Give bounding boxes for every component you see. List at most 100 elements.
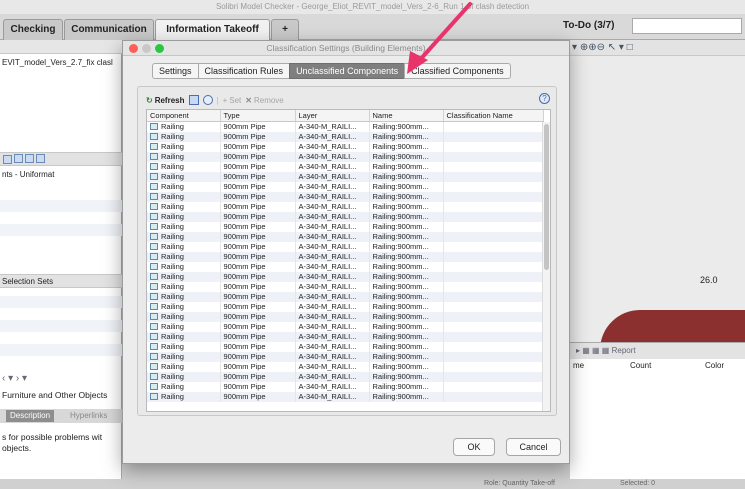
column-name[interactable]: Name xyxy=(369,110,444,122)
table-row[interactable]: Railing 900mm Pipe A-340-M_RAILI... Railing… xyxy=(147,261,544,272)
refresh-button[interactable]: ↻ Refresh xyxy=(146,96,185,105)
list-item[interactable] xyxy=(0,344,122,356)
table-row[interactable]: Railing 900mm Pipe A-340-M_RAILI... Railing… xyxy=(147,181,544,192)
table-row[interactable]: Railing 900mm Pipe A-340-M_RAILI... Railing… xyxy=(147,221,544,232)
column-classification-name[interactable]: Classification Name xyxy=(443,110,544,122)
toolbar-icon[interactable] xyxy=(14,154,23,164)
table-row[interactable]: Railing 900mm Pipe A-340-M_RAILI... Railing… xyxy=(147,191,544,202)
list-item[interactable] xyxy=(0,320,122,332)
table-row[interactable]: Railing 900mm Pipe A-340-M_RAILI... Railing… xyxy=(147,161,544,172)
cell-type: 900mm Pipe xyxy=(220,271,296,282)
todo-search-input[interactable] xyxy=(632,18,742,34)
classification-icon[interactable] xyxy=(188,95,199,105)
cell-name: Railing:900mm... xyxy=(369,201,444,212)
table-row[interactable]: Railing 900mm Pipe A-340-M_RAILI... Railing… xyxy=(147,271,544,282)
table-row[interactable]: Railing 900mm Pipe A-340-M_RAILI... Railing… xyxy=(147,231,544,242)
list-item[interactable] xyxy=(0,200,122,212)
table-row[interactable]: Railing 900mm Pipe A-340-M_RAILI... Railing… xyxy=(147,211,544,222)
selection-sets-label[interactable]: Selection Sets xyxy=(2,277,53,286)
cell-type: 900mm Pipe xyxy=(220,331,296,342)
cell-type-text: 900mm Pipe xyxy=(223,331,266,341)
scrollbar-thumb[interactable] xyxy=(544,124,549,270)
toolbar-icon[interactable] xyxy=(25,154,34,164)
table-row[interactable]: Railing 900mm Pipe A-340-M_RAILI... Railing… xyxy=(147,241,544,252)
cell-layer: A-340-M_RAILI... xyxy=(295,191,370,202)
railing-icon xyxy=(150,192,158,200)
table-row[interactable]: Railing 900mm Pipe A-340-M_RAILI... Railing… xyxy=(147,311,544,322)
cell-component: Railing xyxy=(147,191,221,202)
cancel-button[interactable]: Cancel xyxy=(506,438,561,456)
cell-name: Railing:900mm... xyxy=(369,231,444,242)
toolbar-icon[interactable] xyxy=(36,154,45,164)
3d-viewport[interactable]: ▾ ⊕⊕⊖ ↖ ▾ □ xyxy=(570,40,745,370)
box-icon[interactable]: □ xyxy=(627,42,633,53)
tab-classification-rules[interactable]: Classification Rules xyxy=(197,63,291,79)
dialog-titlebar[interactable]: Classification Settings (Building Elemen… xyxy=(123,41,569,56)
cell-type-text: 900mm Pipe xyxy=(223,291,266,301)
tab-classified-components[interactable]: Classified Components xyxy=(404,63,511,79)
column-layer[interactable]: Layer xyxy=(295,110,370,122)
tab-information-takeoff[interactable]: Information Takeoff xyxy=(155,19,270,40)
cell-name-text: Railing:900mm... xyxy=(372,361,429,371)
cell-type-text: 900mm Pipe xyxy=(223,321,266,331)
cell-type-text: 900mm Pipe xyxy=(223,351,266,361)
table-row[interactable]: Railing 900mm Pipe A-340-M_RAILI... Railing… xyxy=(147,201,544,212)
table-row[interactable]: Railing 900mm Pipe A-340-M_RAILI... Railing… xyxy=(147,281,544,292)
column-type[interactable]: Type xyxy=(220,110,296,122)
tab-description[interactable]: Description xyxy=(6,410,55,422)
table-scrollbar[interactable] xyxy=(542,122,550,411)
cell-layer-text: A-340-M_RAILI... xyxy=(298,341,357,351)
cell-type: 900mm Pipe xyxy=(220,251,296,262)
toolbar-icon[interactable] xyxy=(3,155,12,165)
table-row[interactable]: Railing 900mm Pipe A-340-M_RAILI... Railing… xyxy=(147,321,544,332)
tab-checking[interactable]: Checking xyxy=(3,19,63,40)
tab-communication[interactable]: Communication xyxy=(64,19,154,40)
cell-type-text: 900mm Pipe xyxy=(223,371,266,381)
table-row[interactable]: Railing 900mm Pipe A-340-M_RAILI... Railing… xyxy=(147,121,544,132)
cell-layer: A-340-M_RAILI... xyxy=(295,381,370,392)
add-tab-button[interactable]: + xyxy=(271,19,299,40)
table-row[interactable]: Railing 900mm Pipe A-340-M_RAILI... Railing… xyxy=(147,291,544,302)
separator: | xyxy=(216,95,219,105)
report-button[interactable]: Report xyxy=(612,346,636,355)
remove-button[interactable]: ✕ Remove xyxy=(245,96,284,105)
nav-arrows[interactable]: ‹ ▾ › ▾ xyxy=(2,373,27,384)
description-text: s for possible problems wit xyxy=(2,432,103,442)
table-row[interactable]: Railing 900mm Pipe A-340-M_RAILI... Railing… xyxy=(147,301,544,312)
tab-settings[interactable]: Settings xyxy=(152,63,199,79)
cell-type-text: 900mm Pipe xyxy=(223,131,266,141)
table-row[interactable]: Railing 900mm Pipe A-340-M_RAILI... Railing… xyxy=(147,151,544,162)
cell-name: Railing:900mm... xyxy=(369,271,444,282)
cell-type: 900mm Pipe xyxy=(220,341,296,352)
zoom-icon[interactable]: ⊕⊕⊖ xyxy=(580,42,605,53)
select-icon[interactable]: ↖ xyxy=(608,42,616,53)
table-row[interactable]: Railing 900mm Pipe A-340-M_RAILI... Railing… xyxy=(147,391,544,402)
todo-label[interactable]: To-Do (3/7) xyxy=(563,18,614,34)
table-row[interactable]: Railing 900mm Pipe A-340-M_RAILI... Railing… xyxy=(147,381,544,392)
table-row[interactable]: Railing 900mm Pipe A-340-M_RAILI... Railing… xyxy=(147,251,544,262)
table-row[interactable]: Railing 900mm Pipe A-340-M_RAILI... Railing… xyxy=(147,371,544,382)
table-row[interactable]: Railing 900mm Pipe A-340-M_RAILI... Railing… xyxy=(147,361,544,372)
cell-name: Railing:900mm... xyxy=(369,291,444,302)
tab-hyperlinks[interactable]: Hyperlinks xyxy=(66,410,111,422)
table-row[interactable]: Railing 900mm Pipe A-340-M_RAILI... Railing… xyxy=(147,351,544,362)
list-item[interactable] xyxy=(0,224,122,236)
table-row[interactable]: Railing 900mm Pipe A-340-M_RAILI... Railing… xyxy=(147,331,544,342)
column-component[interactable]: Component xyxy=(147,110,221,122)
ok-button[interactable]: OK xyxy=(453,438,495,456)
table-row[interactable]: Railing 900mm Pipe A-340-M_RAILI... Railing… xyxy=(147,131,544,142)
railing-icon xyxy=(150,212,158,220)
tab-unclassified-components[interactable]: Unclassified Components xyxy=(289,63,406,79)
table-row[interactable]: Railing 900mm Pipe A-340-M_RAILI... Railing… xyxy=(147,341,544,352)
table-row[interactable]: Railing 900mm Pipe A-340-M_RAILI... Railing… xyxy=(147,171,544,182)
table-row[interactable]: Railing 900mm Pipe A-340-M_RAILI... Railing… xyxy=(147,141,544,152)
cell-layer-text: A-340-M_RAILI... xyxy=(298,141,357,151)
model-name[interactable]: EVIT_model_Vers_2.7_fix clasl xyxy=(2,58,113,67)
cell-layer: A-340-M_RAILI... xyxy=(295,261,370,272)
list-item[interactable] xyxy=(0,296,122,308)
help-icon[interactable]: ? xyxy=(539,93,550,104)
palette-icon[interactable] xyxy=(202,95,213,105)
cell-layer: A-340-M_RAILI... xyxy=(295,391,370,402)
set-button[interactable]: + Set xyxy=(223,96,242,105)
cell-classification-name xyxy=(443,281,544,292)
